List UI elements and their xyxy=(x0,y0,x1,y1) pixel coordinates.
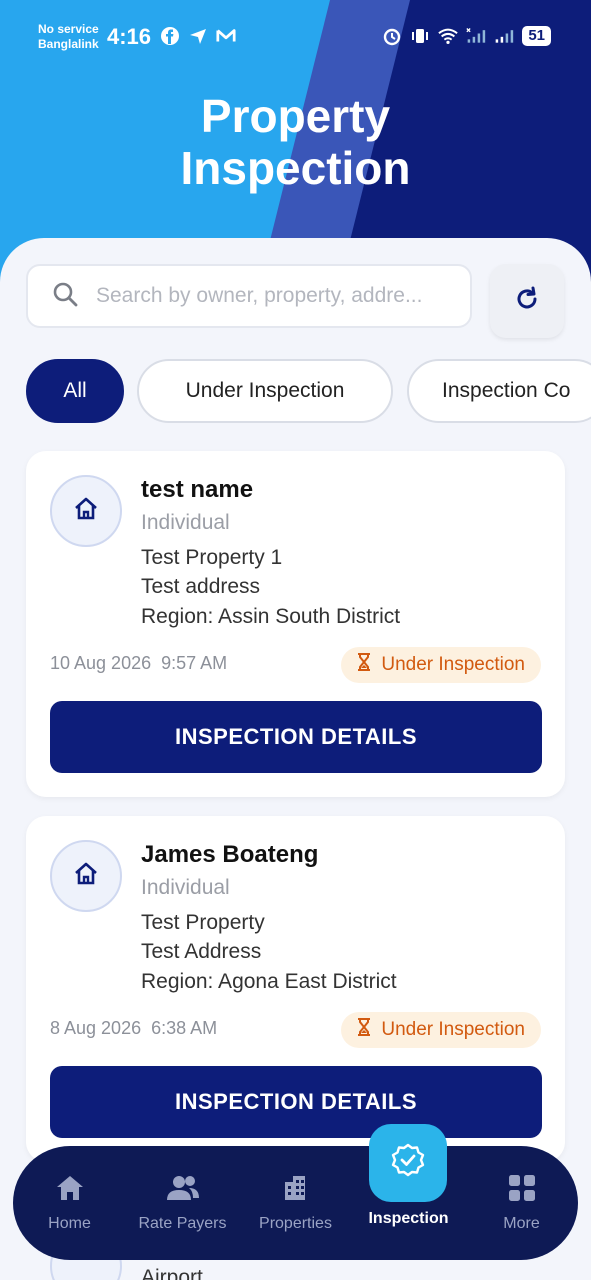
search-bar[interactable] xyxy=(26,264,472,328)
inspection-card: test name Individual Test Property 1 Tes… xyxy=(26,451,565,797)
property-name: Test Property xyxy=(141,911,265,934)
property-region: Region: Assin South District xyxy=(141,605,401,628)
signal-icon xyxy=(494,26,514,46)
alarm-icon xyxy=(382,26,402,46)
inspection-details-button[interactable]: INSPECTION DETAILS xyxy=(50,1066,542,1138)
filter-all[interactable]: All xyxy=(26,359,124,423)
nav-properties[interactable]: Properties xyxy=(239,1146,352,1260)
refresh-icon xyxy=(513,285,541,318)
home-icon xyxy=(55,1174,85,1207)
carrier-label: No service Banglalink xyxy=(38,22,99,51)
wifi-icon xyxy=(438,26,459,46)
inspection-datetime: 8 Aug 2026 6:38 AM xyxy=(50,1018,218,1038)
property-avatar xyxy=(50,475,122,547)
verified-badge-icon xyxy=(389,1142,427,1185)
property-name: Airport xyxy=(141,1266,203,1280)
status-badge: Under Inspection xyxy=(341,1012,541,1048)
inspection-card: James Boateng Individual Test Property T… xyxy=(26,816,565,1162)
home-icon xyxy=(72,495,100,528)
filter-chips: All Under Inspection Inspection Co xyxy=(26,359,591,425)
bottom-navigation: Home Rate Payers Properties Inspection M… xyxy=(13,1124,578,1260)
building-icon xyxy=(281,1174,311,1207)
owner-name: James Boateng xyxy=(141,841,319,868)
owner-name: test name xyxy=(141,476,254,503)
vibrate-icon xyxy=(410,26,430,46)
hourglass-icon xyxy=(357,1018,371,1042)
send-icon xyxy=(188,26,208,46)
status-time: 4:16 xyxy=(107,24,152,49)
inspection-datetime: 10 Aug 2026 9:57 AM xyxy=(50,653,228,673)
page-title: Property Inspection xyxy=(180,90,411,194)
home-icon xyxy=(72,860,100,893)
filter-under-inspection[interactable]: Under Inspection xyxy=(137,359,393,423)
mail-icon xyxy=(216,26,236,46)
users-icon xyxy=(165,1174,201,1207)
refresh-button[interactable] xyxy=(490,264,564,338)
search-icon xyxy=(52,281,78,312)
nav-more[interactable]: More xyxy=(465,1146,578,1260)
facebook-icon xyxy=(160,26,180,46)
status-badge: Under Inspection xyxy=(341,647,541,683)
search-input[interactable] xyxy=(96,284,466,308)
nav-home[interactable]: Home xyxy=(13,1146,126,1260)
owner-type: Individual xyxy=(141,511,230,534)
battery-indicator: 51 xyxy=(522,26,551,46)
content-panel: All Under Inspection Inspection Co test … xyxy=(0,238,591,1280)
inspection-fab-button[interactable] xyxy=(369,1124,447,1202)
inspection-details-button[interactable]: INSPECTION DETAILS xyxy=(50,701,542,773)
signal-off-icon xyxy=(466,26,486,46)
owner-type: Individual xyxy=(141,876,230,899)
nav-rate-payers[interactable]: Rate Payers xyxy=(126,1146,239,1260)
status-bar: No service Banglalink 4:16 51 xyxy=(0,0,591,70)
grid-icon xyxy=(508,1174,536,1207)
filter-inspection-completed[interactable]: Inspection Co xyxy=(407,359,591,423)
property-avatar xyxy=(50,840,122,912)
property-address: Test Address xyxy=(141,940,262,963)
hourglass-icon xyxy=(357,653,371,677)
property-name: Test Property 1 xyxy=(141,546,283,569)
property-region: Region: Agona East District xyxy=(141,970,397,993)
property-address: Test address xyxy=(141,575,261,598)
